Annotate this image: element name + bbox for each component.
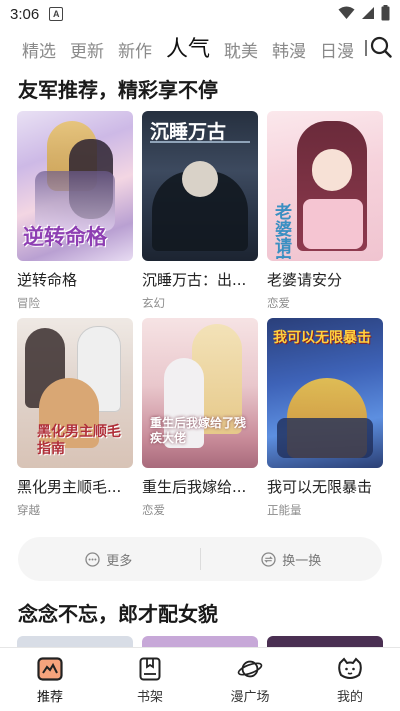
section-title-recommend: 友军推荐，精彩享不停 — [16, 74, 220, 103]
comic-card[interactable]: 逆转命格 逆转命格 冒险 — [17, 111, 133, 311]
more-label: 更多 — [106, 553, 133, 569]
comic-card[interactable]: 沉睡万古 沉睡万古：出... 玄幻 — [142, 111, 258, 311]
bookshelf-icon — [137, 656, 163, 682]
cover-title: 沉睡万古 — [150, 121, 227, 143]
comic-genre: 恋爱 — [142, 503, 165, 517]
refresh-icon — [261, 551, 276, 567]
notification-icon: A — [49, 7, 64, 21]
cover-title: 我可以无限暴击 — [273, 330, 371, 346]
nav-label: 我的 — [336, 690, 363, 705]
comic-card[interactable]: 我可以无限暴击 我可以无限暴击 正能量 — [267, 318, 383, 518]
refresh-button[interactable]: 换一换 — [201, 550, 383, 569]
wifi-icon — [338, 6, 355, 19]
comic-cover[interactable]: 老婆请安分 — [267, 111, 383, 261]
nav-label: 书架 — [136, 690, 163, 705]
comic-genre: 恋爱 — [267, 296, 290, 310]
comic-genre: 正能量 — [267, 503, 302, 517]
recommend-icon — [37, 656, 63, 682]
tab-gengxin[interactable]: 更新 — [70, 40, 104, 64]
battery-icon — [381, 5, 390, 21]
tab-danmei[interactable]: 耽美 — [224, 40, 258, 64]
cover-title: 老婆请安分 — [271, 203, 291, 259]
search-icon — [370, 36, 392, 58]
comic-card[interactable]: 黑化男主顺毛指南 黑化男主顺毛... 穿越 — [17, 318, 133, 518]
tab-riman[interactable]: 日漫 — [320, 40, 354, 64]
tab-hanman[interactable]: 韩漫 — [272, 40, 306, 64]
cover-title: 逆转命格 — [23, 225, 107, 249]
status-indicators — [338, 5, 390, 21]
status-time: 3:06 — [10, 5, 40, 23]
planet-icon — [237, 656, 263, 682]
refresh-label: 换一换 — [282, 553, 322, 569]
comic-genre: 穿越 — [17, 503, 40, 517]
more-button[interactable]: 更多 — [18, 550, 200, 569]
comic-title: 老婆请安分 — [267, 271, 343, 289]
bottom-nav: 推荐 书架 漫广场 我的 — [0, 647, 400, 711]
nav-label: 推荐 — [36, 690, 63, 705]
category-tabs: 精选 更新 新作 人气 耽美 韩漫 日漫 — [0, 30, 400, 64]
comic-genre: 玄幻 — [142, 296, 165, 310]
comic-title: 黑化男主顺毛... — [17, 478, 122, 496]
section-actions: 更多 换一换 — [18, 537, 382, 581]
comic-cover[interactable]: 重生后我嫁给了残疾大佬 — [142, 318, 258, 468]
nav-bookshelf[interactable]: 书架 — [100, 648, 200, 711]
comic-card[interactable]: 重生后我嫁给了残疾大佬 重生后我嫁给... 恋爱 — [142, 318, 258, 518]
profile-icon — [337, 656, 363, 682]
search-button[interactable] — [369, 34, 393, 60]
nav-plaza[interactable]: 漫广场 — [200, 648, 300, 711]
comic-title: 我可以无限暴击 — [267, 478, 373, 496]
comic-title: 沉睡万古：出... — [142, 271, 247, 289]
comic-cover[interactable]: 沉睡万古 — [142, 111, 258, 261]
status-bar: 3:06 A — [0, 0, 400, 28]
nav-profile[interactable]: 我的 — [300, 648, 400, 711]
section-title-romance: 念念不忘，郎才配女貌 — [16, 598, 220, 627]
comic-cover[interactable]: 黑化男主顺毛指南 — [17, 318, 133, 468]
tab-jingxuan[interactable]: 精选 — [22, 40, 56, 64]
tab-xinzuo[interactable]: 新作 — [118, 40, 152, 64]
more-icon — [85, 551, 100, 567]
nav-recommend[interactable]: 推荐 — [0, 648, 100, 711]
comic-card[interactable]: 老婆请安分 老婆请安分 恋爱 — [267, 111, 383, 311]
comic-title: 逆转命格 — [17, 271, 78, 289]
comic-cover[interactable]: 逆转命格 — [17, 111, 133, 261]
comic-cover[interactable]: 我可以无限暴击 — [267, 318, 383, 468]
section-title-text: 友军推荐，精彩享不停 — [18, 78, 218, 102]
section-title-text: 念念不忘，郎才配女貌 — [18, 602, 218, 626]
comic-title: 重生后我嫁给... — [142, 478, 247, 496]
tab-divider — [365, 40, 367, 56]
tab-renqi[interactable]: 人气 — [166, 36, 210, 64]
nav-label: 漫广场 — [230, 690, 270, 705]
signal-icon — [362, 7, 374, 19]
cover-title: 黑化男主顺毛指南 — [37, 424, 121, 457]
cover-title: 重生后我嫁给了残疾大佬 — [150, 416, 247, 445]
comic-genre: 冒险 — [17, 296, 40, 310]
